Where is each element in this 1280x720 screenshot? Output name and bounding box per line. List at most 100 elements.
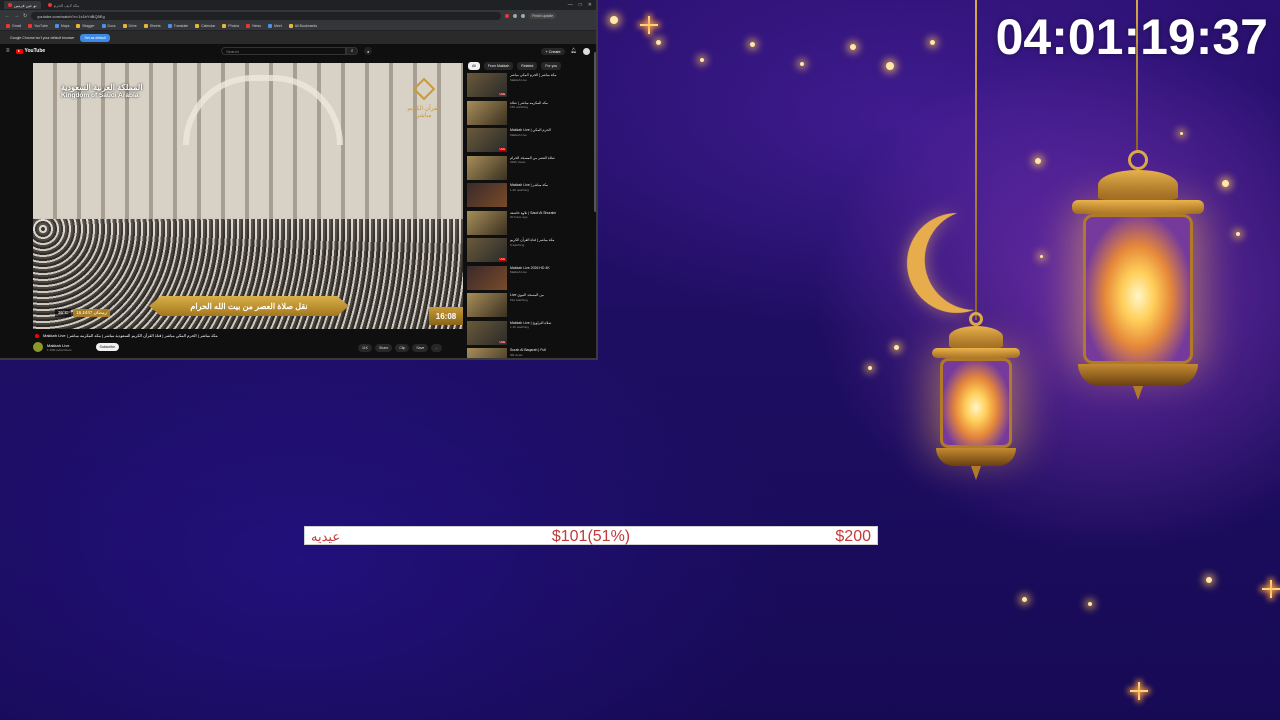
star-icon	[1262, 580, 1280, 598]
folder-icon	[288, 24, 293, 28]
tab-favicon-icon	[47, 3, 52, 7]
url-field[interactable]: youtube.com/watch?v=1x1bYdBQ5Eg	[31, 12, 502, 20]
bookmark-icon	[143, 24, 148, 28]
microphone-icon[interactable]: ●	[364, 47, 373, 55]
recommendation-item[interactable]: Makkah Live 2026 HD 4K Makkah Live	[467, 265, 593, 293]
donation-goal-current: $101(51%)	[551, 528, 631, 545]
sparkle	[886, 62, 894, 70]
minimize-icon[interactable]: —	[568, 2, 573, 8]
bookmark-icon	[195, 24, 200, 28]
video-temperature: 36°C 16 رمضان 1447	[55, 309, 110, 317]
sparkle	[930, 40, 935, 45]
bookmark[interactable]: Drive	[122, 24, 137, 28]
all-bookmarks[interactable]: All Bookmarks	[288, 24, 317, 28]
lantern-cap	[1098, 170, 1178, 200]
video-player[interactable]: المملكة العربية السعودية Kingdom of Saud…	[33, 63, 463, 329]
bookmark[interactable]: YouTube	[28, 24, 48, 28]
more-button[interactable]: ...	[431, 344, 443, 352]
reload-icon[interactable]: ↻	[23, 13, 27, 19]
tab-bar: تو عين فرمین مكة لايف الحرم — □ ✕	[0, 0, 596, 10]
recommendation-item[interactable]: Live من المسجد النبوي 512 watching	[467, 293, 593, 320]
sparkle	[750, 42, 755, 47]
recommendation-item[interactable]: LIVE مكة مباشر | الحرم المكي مباشر Makkah …	[467, 73, 593, 100]
subscribe-button[interactable]: Subscribe	[95, 343, 120, 351]
chip-for-you[interactable]: For you	[541, 62, 562, 70]
back-icon[interactable]: ←	[5, 13, 10, 19]
lantern-tip	[971, 466, 981, 480]
extension-icon[interactable]	[505, 14, 510, 18]
video-caption: نقل صلاة العصر من بيت الله الحرام	[149, 296, 349, 316]
extension-icon[interactable]	[513, 14, 518, 18]
avatar[interactable]	[583, 47, 590, 55]
bookmark[interactable]: Gmail	[6, 24, 21, 28]
youtube-logo[interactable]: YouTube	[15, 48, 45, 54]
lantern-glass	[940, 358, 1012, 448]
window-controls: — □ ✕	[568, 2, 592, 8]
bookmark[interactable]: Translate	[167, 24, 188, 28]
bell-icon[interactable]: 🔔︎	[571, 48, 577, 54]
sparkle	[1236, 232, 1240, 236]
bookmark-icon	[246, 24, 251, 28]
chip-from-channel[interactable]: From Makkah	[483, 62, 514, 70]
sparkle	[656, 40, 661, 45]
star-icon	[640, 16, 658, 34]
bookmark[interactable]: Photos	[222, 24, 239, 28]
scrollbar[interactable]	[594, 52, 596, 212]
menu-icon[interactable]: ≡	[6, 48, 10, 54]
small-lantern-icon	[932, 312, 1020, 480]
bookmark[interactable]: Calendar	[195, 24, 215, 28]
video-thumbnail: LIVE	[467, 73, 507, 97]
search-input[interactable]: Search	[221, 47, 347, 55]
recommendation-item[interactable]: مكه المكرمه مباشر | صلاة 15K watching	[467, 100, 593, 128]
lantern-tip	[1133, 386, 1143, 400]
set-default-button[interactable]: Set as default	[80, 33, 110, 42]
close-icon[interactable]: ✕	[588, 2, 592, 8]
bookmark[interactable]: Docs	[101, 24, 116, 28]
extension-icon[interactable]	[521, 14, 526, 18]
recommendation-item[interactable]: LIVE Makkah Live | صلاة التراويح 1.1K watc…	[467, 320, 593, 348]
video-thumbnail	[467, 293, 507, 317]
forward-icon[interactable]: →	[14, 13, 19, 19]
logo-diamond-icon	[412, 77, 436, 101]
bookmark-icon	[6, 24, 10, 28]
browser-tab[interactable]: مكة لايف الحرم	[43, 1, 84, 9]
bookmark[interactable]: News	[246, 24, 261, 28]
search-icon[interactable]: ⌕	[346, 47, 359, 55]
sparkle	[700, 58, 704, 62]
video-thumbnail	[467, 100, 507, 125]
lantern-ring	[969, 312, 983, 326]
create-button[interactable]: + Create	[541, 47, 565, 55]
recommendation-item[interactable]: Makkah Live | مكة مباشر 1.2K watching	[467, 183, 593, 210]
sparkle	[1035, 158, 1041, 164]
save-button[interactable]: Save	[412, 344, 429, 352]
channel-name[interactable]: Makkah Live	[47, 343, 72, 348]
bookmark[interactable]: Blogger	[76, 24, 95, 28]
chip-all[interactable]: All	[468, 62, 480, 70]
star-icon	[1130, 682, 1148, 700]
header-actions: + Create 🔔︎	[541, 47, 590, 55]
sparkle	[850, 44, 856, 50]
recommendation-item[interactable]: LIVE Makkah Live | الحرم المكي Makkah Live	[467, 128, 593, 155]
like-button[interactable]: 11K	[358, 344, 372, 352]
browser-tab[interactable]: تو عين فرمین	[4, 1, 41, 9]
recommendation-item[interactable]: Surah Al Baqarah | Full 3M views	[467, 348, 593, 358]
live-badge: LIVE	[498, 93, 506, 96]
video-thumbnail	[467, 210, 507, 235]
clip-button[interactable]: Clip	[395, 344, 410, 352]
recommendation-item[interactable]: صلاة العصر من المسجد الحرام 226K views	[467, 155, 593, 183]
maximize-icon[interactable]: □	[579, 2, 582, 8]
youtube-header: ≡ YouTube Search ⌕ ● + Create 🔔︎	[0, 44, 596, 58]
profile-button[interactable]: Finish update	[529, 13, 557, 19]
video-thumbnail	[467, 348, 507, 358]
bookmark-icon	[167, 24, 172, 28]
recommendation-item[interactable]: LIVE مكة مباشر | قناة القرآن الكريم 9 watc…	[467, 238, 593, 265]
share-button[interactable]: Share	[374, 344, 393, 352]
recommendation-item[interactable]: تلاوة خاشعة | Saud Al Shuraim 20 hours ag…	[467, 210, 593, 238]
chip-related[interactable]: Related	[517, 62, 538, 70]
bookmark[interactable]: Sheets	[143, 24, 161, 28]
bookmark[interactable]: Meet	[267, 24, 282, 28]
video-thumbnail	[467, 155, 507, 180]
channel-avatar[interactable]	[33, 342, 43, 352]
bookmark[interactable]: Maps	[54, 24, 69, 28]
video-thumbnail: LIVE	[467, 128, 507, 152]
